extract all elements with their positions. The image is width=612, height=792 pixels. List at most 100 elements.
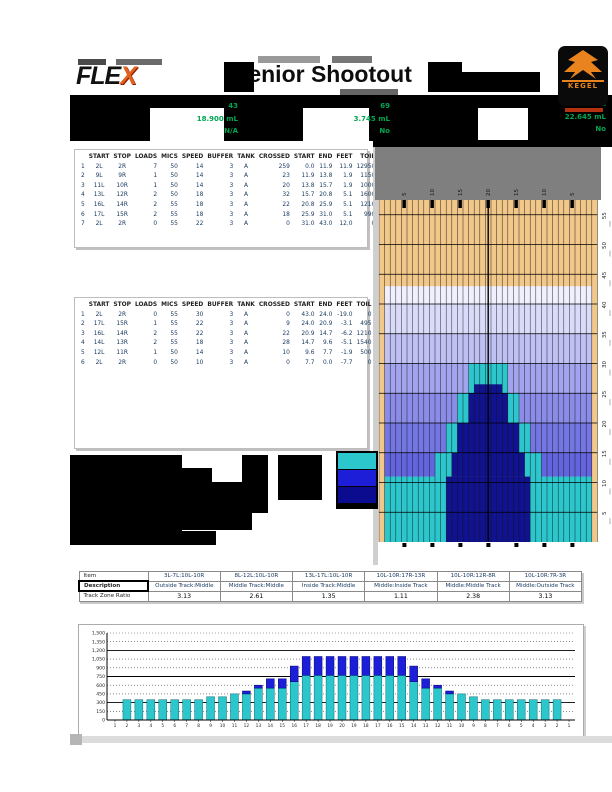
ratio-item-cell: 8L-12L:10L-10R [220,572,292,582]
table-cell: 9 [257,320,292,330]
table-cell: 22 [257,330,292,340]
y-axis-tick-label: 300 [96,700,105,706]
table-cell: 10R [111,182,133,192]
column-header: STOP [111,301,133,311]
table-cell: 22 [180,220,206,230]
kegel-tagline-redacted [565,108,603,112]
bar-reverse-oil [386,656,394,675]
table-cell: 9R [111,172,133,182]
table-cell: 55 [159,339,180,349]
table-cell: 5.1 [334,211,354,221]
table-cell: 18 [180,191,206,201]
y-axis-tick-label: 1,050 [92,657,105,663]
table-cell: 43.0 [317,220,335,230]
bar-forward-oil [505,700,513,720]
board-tick [542,200,546,208]
table-cell: 55 [159,311,180,321]
bar-reverse-oil [302,656,310,675]
table-row: 414L13R255183A2814.79.6-5.11540 [79,339,373,349]
oil-per-board-chart-panel: 01503004506007509001,0501,2001,3501,5001… [78,624,584,740]
table-cell: 0 [133,311,159,321]
table-cell: 0 [354,359,373,369]
bar-forward-oil [529,700,537,720]
table-cell: A [235,339,257,349]
redacted-block [278,455,322,500]
ratio-item-cell: 10L-10R:17R-13R [365,572,437,582]
table-cell: 11R [111,349,133,359]
column-header: SPEED [180,153,206,163]
table-cell: 6 [79,359,87,369]
x-axis-tick-label: 13 [423,723,429,729]
ratio-description-cell: Outside Track:Middle [148,581,220,591]
ratio-ratio-cell: 2.61 [220,591,292,601]
table-row: 72L2R055223A031.043.012.00 [79,220,377,230]
table-cell: -7.7 [334,359,354,369]
x-axis-tick-label: 20 [339,723,345,729]
table-cell: 31.0 [317,211,335,221]
table-cell: 13R [111,339,133,349]
bar-forward-oil [481,700,489,720]
table-cell: 3 [79,330,87,340]
table-cell: 1 [133,320,159,330]
column-header: CROSSED [257,301,292,311]
table-cell: 28 [257,339,292,349]
bar-reverse-oil [242,691,250,694]
table-cell: 1 [133,172,159,182]
table-cell: 3 [205,201,235,211]
table-cell: 5.1 [334,201,354,211]
oil-zone-v2 [530,423,592,453]
bar-forward-oil [350,675,358,720]
x-axis-tick-label: 7 [185,723,188,729]
table-cell: A [235,311,257,321]
bar-forward-oil [230,694,238,720]
oil-zone-v4 [385,364,469,394]
x-axis-tick-label: 3 [138,723,141,729]
bar-forward-oil [553,700,561,720]
board-tick-bottom [570,543,574,547]
table-cell: 22 [180,330,206,340]
x-axis-tick-label: 12 [435,723,441,729]
table-cell: 2R [111,163,133,173]
bar-forward-oil [302,675,310,720]
table-cell: 0.0 [317,359,335,369]
x-axis-tick-label: 6 [173,723,176,729]
bar-reverse-oil [446,691,454,694]
bar-reverse-oil [410,666,418,682]
table-cell: 3 [205,339,235,349]
table-cell: 3 [79,182,87,192]
x-axis-tick-label: 9 [472,723,475,729]
table-cell: A [235,320,257,330]
table-cell: 2 [133,339,159,349]
distance-label: 5 [602,511,608,515]
table-cell: 18 [180,339,206,349]
oil-zone-cyan [525,453,542,477]
y-axis-tick-label: 600 [96,683,105,689]
board-number-label: 15 [514,189,520,196]
ratio-item-cell: 3L-7L:10L-10R [148,572,220,582]
bar-forward-oil [374,675,382,720]
column-header: LOADS [133,301,159,311]
y-axis-tick-label: 1,200 [92,648,105,654]
legend-swatch [338,470,376,486]
table-cell: 15.7 [317,182,335,192]
ratio-row-label: Description [79,581,148,591]
oil-zone-v2 [385,423,447,453]
bar-reverse-oil [326,656,334,675]
info-bar-edge [373,140,612,147]
column-header: CROSSED [257,153,292,163]
table-cell: A [235,330,257,340]
distance-label: 20 [602,420,608,427]
column-header: END [317,301,335,311]
x-axis-tick-label: 4 [532,723,535,729]
table-cell: 0.0 [292,163,317,173]
table-cell: 0 [133,359,159,369]
table-cell: 5 [79,349,87,359]
table-cell: 3 [205,211,235,221]
table-cell: 495 [354,320,373,330]
x-axis-tick-label: 11 [447,723,453,729]
table-cell: 15R [111,211,133,221]
ratio-description-cell: Inside Track:Middle [293,581,365,591]
x-axis-tick-label: 8 [484,723,487,729]
table-cell: 20.8 [292,201,317,211]
table-cell: 20 [257,182,292,192]
